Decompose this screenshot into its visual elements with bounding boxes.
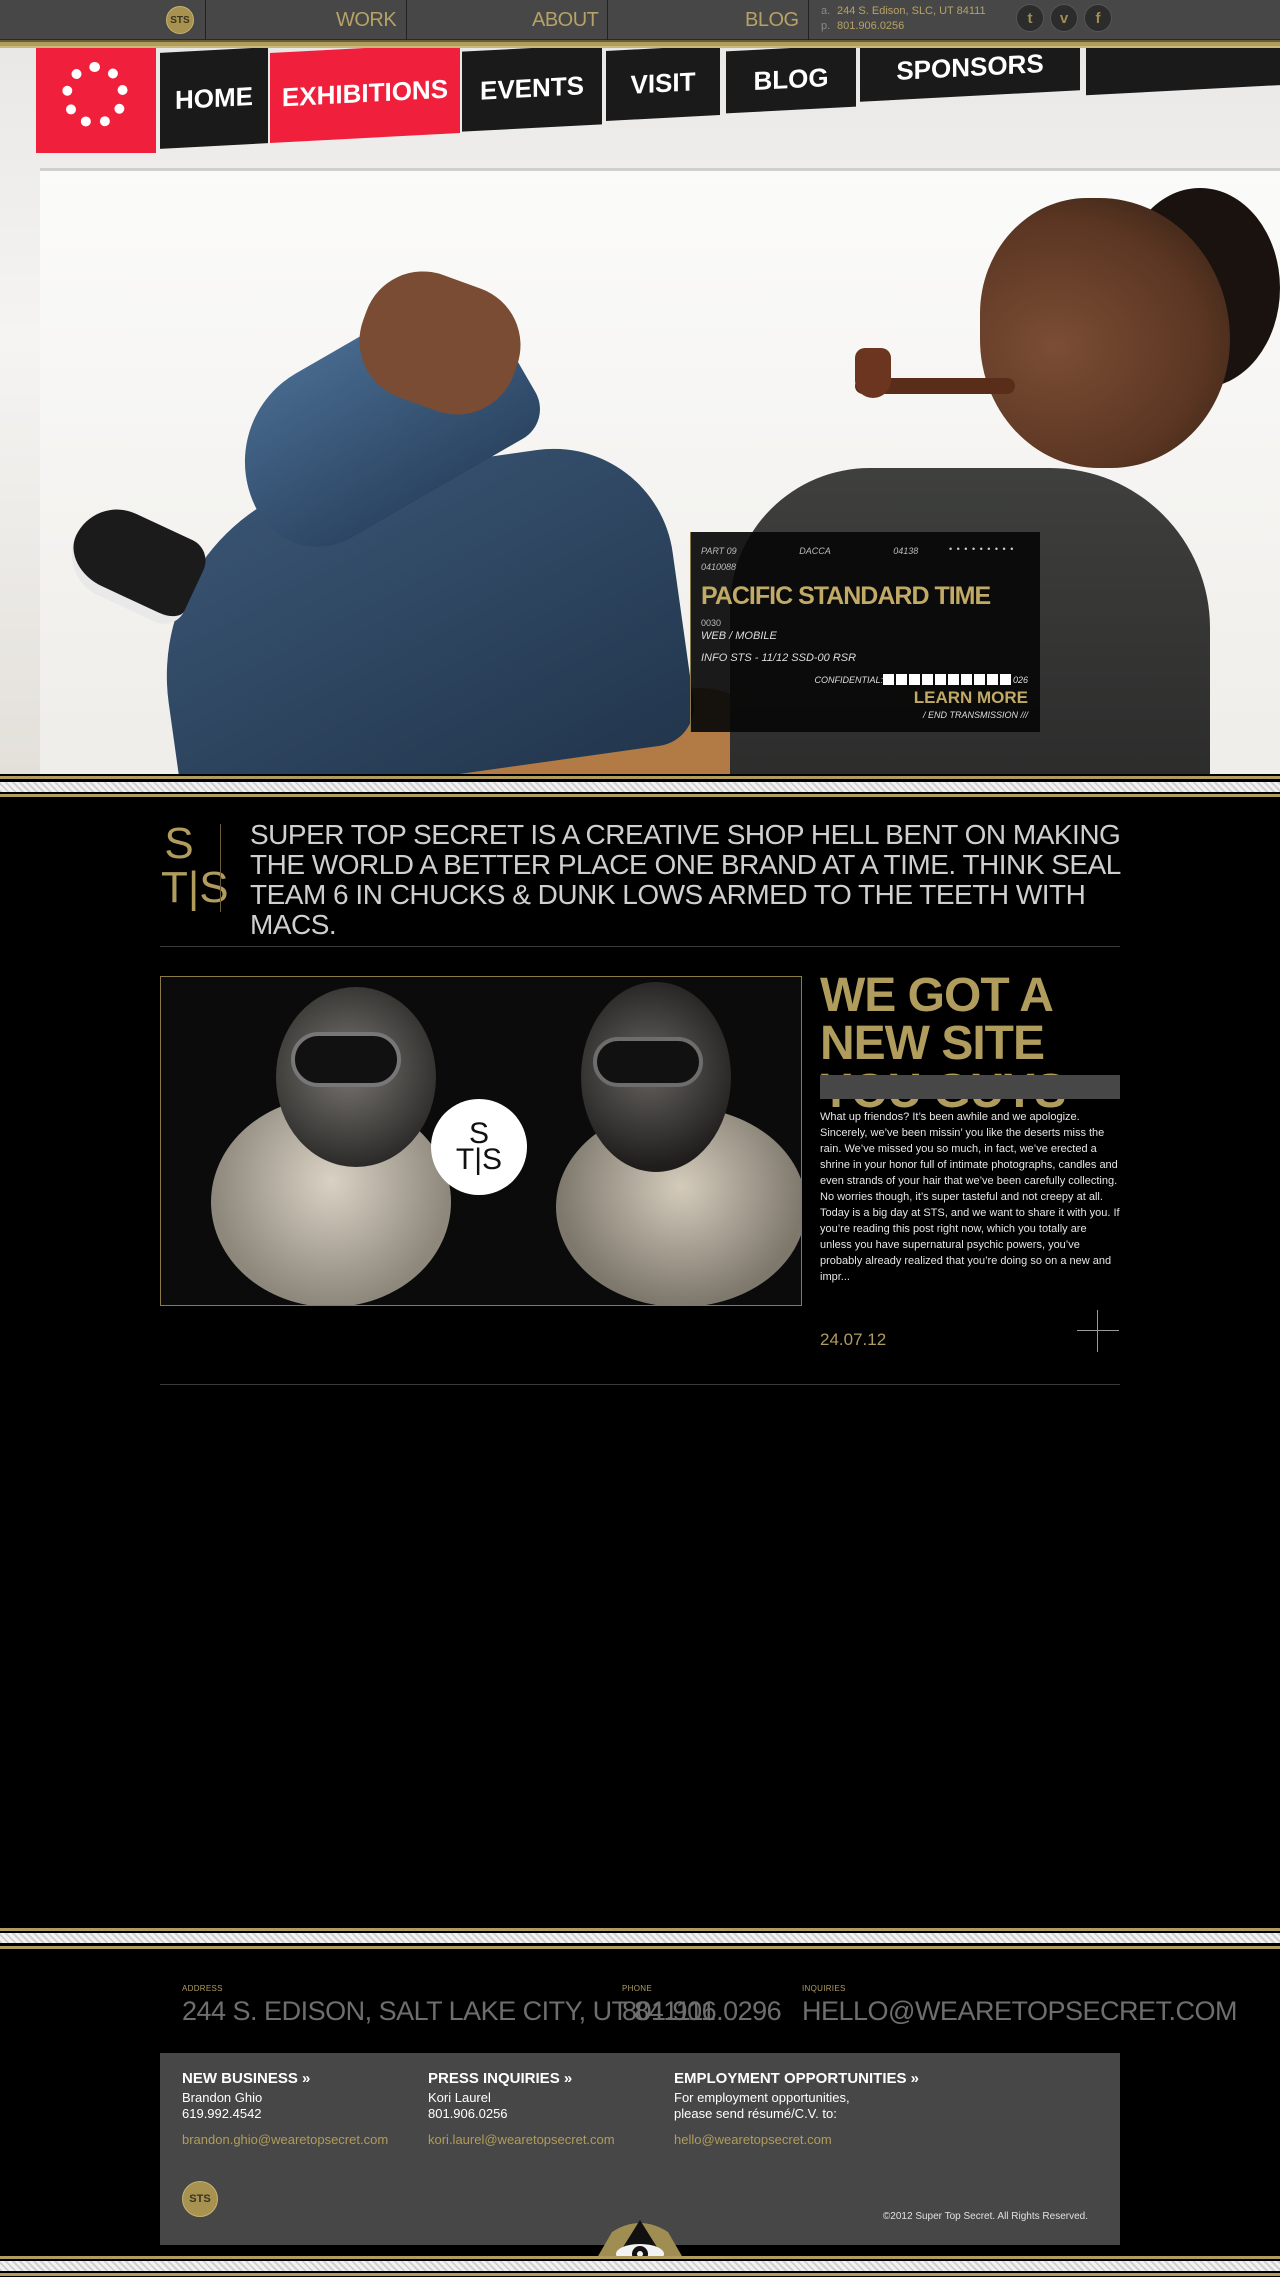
redaction-block	[921, 674, 933, 685]
decorative-band	[0, 774, 1280, 800]
footer-phone-label: PHONE	[622, 1984, 652, 1993]
redaction-block	[973, 674, 985, 685]
contact-name: Brandon Ghio	[182, 2090, 263, 2105]
footer-sts-logo[interactable]: STS	[182, 2181, 218, 2217]
screen-tab-blog: BLOG	[726, 48, 856, 114]
learn-more-link[interactable]: LEARN MORE	[914, 688, 1028, 708]
nav-link-work[interactable]: WORK	[336, 0, 397, 40]
sts-monogram: S T|S	[161, 819, 229, 912]
redaction-block	[999, 674, 1011, 685]
dossier-number: 0030	[701, 618, 722, 628]
dossier-meta: PART 09 DACCA 04138	[701, 546, 978, 556]
employment-text: For employment opportunities,	[674, 2090, 850, 2105]
monogram-top: S	[164, 819, 194, 868]
press-inquiries-link[interactable]: PRESS INQUIRIES »	[428, 2071, 615, 2087]
decorative-band	[0, 1928, 1280, 1954]
redaction-block	[908, 674, 920, 685]
featured-project-card: PART 09 DACCA 04138 • • • • • • • • • 04…	[690, 532, 1040, 732]
contact-press: PRESS INQUIRIES » Kori Laurel 801.906.02…	[428, 2071, 615, 2148]
confidential-row: CONFIDENTIAL: 026	[814, 674, 1028, 685]
employment-link[interactable]: EMPLOYMENT OPPORTUNITIES »	[674, 2071, 919, 2087]
post-title-bar	[820, 1075, 1120, 1099]
screen-tab-extra	[1086, 48, 1280, 96]
section-divider	[160, 1384, 1120, 1385]
footer-inquiries-email[interactable]: HELLO@WEARETOPSECRET.COM	[802, 1996, 1238, 2027]
redaction-block	[947, 674, 959, 685]
nav-link-blog[interactable]: BLOG	[745, 0, 799, 40]
facebook-icon[interactable]: f	[1084, 4, 1112, 32]
contact-name: Kori Laurel	[428, 2090, 491, 2105]
header-gold-rule	[0, 40, 1280, 48]
top-navigation: STS WORK ABOUT BLOG a. 244 S. Edison, SLC…	[0, 0, 1280, 40]
copyright: ©2012 Super Top Secret. All Rights Reser…	[882, 2211, 1088, 2222]
nav-divider	[205, 0, 206, 40]
employment-text: please send résumé/C.V. to:	[674, 2106, 837, 2121]
screen-tab-visit: VISIT	[606, 48, 720, 121]
post-featured-image[interactable]: S T|S	[160, 976, 802, 1306]
contact-phone: 619.992.4542	[182, 2106, 262, 2121]
nav-divider	[406, 0, 407, 40]
twitter-icon[interactable]: t	[1016, 4, 1044, 32]
header-phone: 801.906.0256	[837, 20, 905, 32]
redaction-block	[882, 674, 894, 685]
phone-key: p.	[821, 20, 831, 32]
contact-employment: EMPLOYMENT OPPORTUNITIES » For employmen…	[674, 2071, 919, 2148]
contact-email-link[interactable]: kori.laurel@wearetopsecret.com	[428, 2132, 615, 2148]
read-more-plus-icon[interactable]	[1077, 1310, 1119, 1352]
project-type: WEB / MOBILE	[701, 630, 777, 642]
intro-statement: SUPER TOP SECRET IS A CREATIVE SHOP HELL…	[250, 819, 1121, 940]
dossier-part: PART 09	[701, 546, 737, 556]
dossier-dots: • • • • • • • • •	[949, 544, 1015, 554]
redaction-block	[986, 674, 998, 685]
contact-email-link[interactable]: brandon.ghio@wearetopsecret.com	[182, 2132, 388, 2148]
footer-phone: 801.906.0296	[622, 1996, 782, 2026]
end-transmission: / END TRANSMISSION ///	[922, 710, 1028, 720]
contact-phone: 801.906.0256	[428, 2106, 508, 2121]
intro-divider	[220, 824, 221, 912]
nav-divider	[607, 0, 608, 40]
project-info: INFO STS - 11/12 SSD-00 RSR	[701, 652, 857, 664]
contact-info: a. 244 S. Edison, SLC, UT 84111 p. 801.906…	[821, 4, 986, 34]
contact-new-business: NEW BUSINESS » Brandon Ghio 619.992.4542…	[182, 2071, 388, 2148]
dossier-id: 04138	[893, 546, 919, 556]
post-excerpt: What up friendos? It’s been awhile and w…	[820, 1111, 1120, 1283]
footer-address-label: ADDRESS	[182, 1984, 223, 1993]
sts-logo[interactable]: STS	[166, 6, 194, 34]
decorative-band	[0, 2256, 1280, 2277]
contact-email-link[interactable]: hello@wearetopsecret.com	[674, 2132, 919, 2148]
nav-divider	[808, 0, 809, 40]
screen-tab-events: EVENTS	[462, 48, 602, 132]
dossier-location: DACCA	[799, 546, 831, 556]
new-business-link[interactable]: NEW BUSINESS »	[182, 2071, 388, 2087]
goggles-shape	[291, 1032, 401, 1087]
redaction-block	[895, 674, 907, 685]
post-date: 24.07.12	[820, 1330, 887, 1349]
sts-badge-icon: S T|S	[431, 1099, 527, 1195]
address-key: a.	[821, 5, 831, 17]
screen-tab-exhibitions: EXHIBITIONS	[270, 48, 460, 143]
confidential-suffix: 026	[1012, 674, 1028, 685]
monogram-bottom: T|S	[161, 863, 229, 912]
footer-inquiries-label: INQUIRIES	[802, 1984, 846, 1993]
screen-tab-sponsors: SPONSORS	[860, 48, 1080, 102]
screen-tab-home: HOME	[160, 48, 268, 149]
badge-bottom: T|S	[455, 1143, 503, 1176]
goggles-shape	[593, 1037, 703, 1087]
museum-logo-icon	[36, 48, 156, 153]
redaction-block	[934, 674, 946, 685]
hero-photo-screen-tabs: HOME EXHIBITIONS EVENTS VISIT BLOG SPONS…	[0, 48, 1280, 153]
vimeo-icon[interactable]: v	[1050, 4, 1078, 32]
header-address: 244 S. Edison, SLC, UT 84111	[837, 5, 986, 17]
redaction-block	[960, 674, 972, 685]
hero-banner: HOME EXHIBITIONS EVENTS VISIT BLOG SPONS…	[0, 48, 1280, 774]
project-title: PACIFIC STANDARD TIME	[701, 582, 991, 610]
pipe-shape	[855, 348, 891, 398]
dossier-code: 0410088	[701, 562, 737, 572]
section-divider	[160, 946, 1120, 947]
nav-link-about[interactable]: ABOUT	[532, 0, 599, 40]
confidential-label: CONFIDENTIAL:	[814, 674, 883, 685]
